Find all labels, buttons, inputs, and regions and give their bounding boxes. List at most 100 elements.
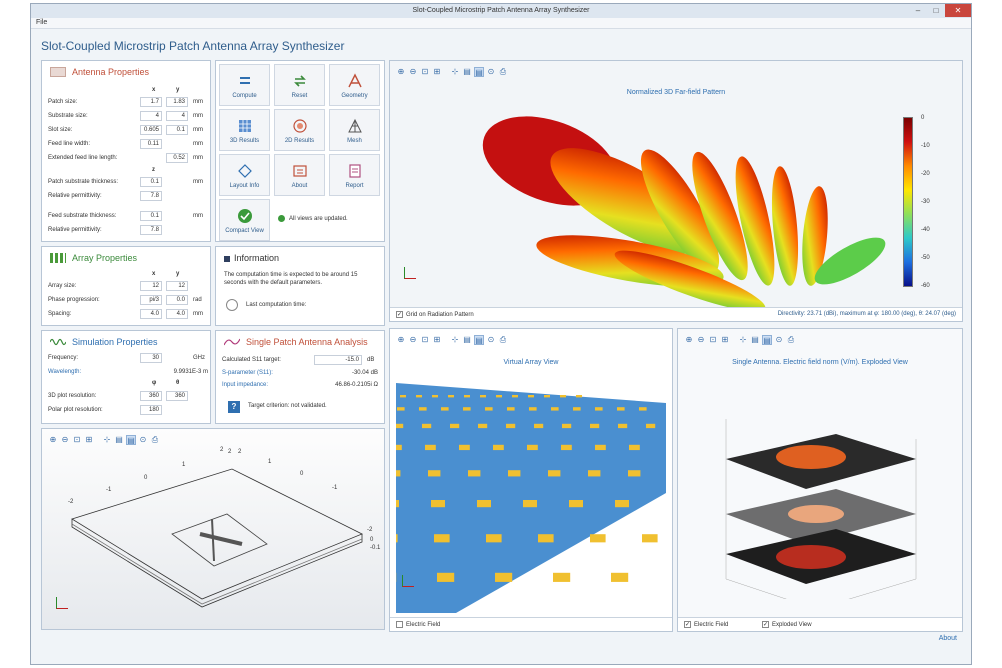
array-size-y-input[interactable]: 12 bbox=[166, 281, 188, 291]
ef-print-icon[interactable]: ⎙ bbox=[786, 335, 796, 345]
ef-views-icon[interactable]: ▤ bbox=[750, 335, 760, 345]
ef-axis-icon[interactable]: ⊹ bbox=[738, 335, 748, 345]
ff-layout-toggle-icon[interactable]: ▤ bbox=[474, 67, 484, 77]
ef-zoom-out-icon[interactable]: ⊖ bbox=[696, 335, 706, 345]
ef-zoom-in-icon[interactable]: ⊕ bbox=[684, 335, 694, 345]
layout-info-button[interactable]: Layout Info bbox=[219, 154, 270, 196]
array-patch bbox=[629, 444, 640, 451]
ef-layout-toggle-icon[interactable]: ▤ bbox=[762, 335, 772, 345]
res3d-theta-input[interactable]: 360 bbox=[166, 391, 188, 401]
patch-size-x-input[interactable]: 1.7 bbox=[140, 97, 162, 107]
ef-zoom-box-icon[interactable]: ⊡ bbox=[708, 335, 718, 345]
wave-icon-graphic bbox=[49, 338, 67, 346]
slot-size-x-input[interactable]: 0.605 bbox=[140, 125, 162, 135]
array-patch bbox=[590, 534, 606, 543]
av-zoom-box-icon[interactable]: ⊡ bbox=[420, 335, 430, 345]
axis-icon[interactable]: ⊹ bbox=[102, 435, 112, 445]
views-icon[interactable]: ▤ bbox=[114, 435, 124, 445]
ef-camera-icon[interactable]: ⊙ bbox=[774, 335, 784, 345]
zoom-box-icon[interactable]: ⊡ bbox=[72, 435, 82, 445]
efield-checkbox[interactable]: ✓ Electric Field bbox=[684, 621, 728, 628]
s11-target-input[interactable]: -15.0 bbox=[314, 355, 362, 365]
report-button[interactable]: Report bbox=[329, 154, 380, 196]
compact-view-button[interactable]: Compact View bbox=[219, 199, 270, 241]
array-properties-panel: Array Properties x y Array size: 12 12 P… bbox=[41, 246, 211, 326]
av-layout-toggle-icon[interactable]: ▤ bbox=[474, 335, 484, 345]
exploded-checkbox[interactable]: ✓ Exploded View bbox=[762, 621, 812, 628]
mesh-button[interactable]: Mesh bbox=[329, 109, 380, 151]
av-zoom-extents-icon[interactable]: ⊞ bbox=[432, 335, 442, 345]
array-size-x-input[interactable]: 12 bbox=[140, 281, 162, 291]
patch-thickness-input[interactable]: 0.1 bbox=[140, 177, 162, 187]
slot-size-y-input[interactable]: 0.1 bbox=[166, 125, 188, 135]
zoom-in-icon[interactable]: ⊕ bbox=[48, 435, 58, 445]
ff-zoom-out-icon[interactable]: ⊖ bbox=[408, 67, 418, 77]
compute-button[interactable]: Compute bbox=[219, 64, 270, 106]
av-zoom-out-icon[interactable]: ⊖ bbox=[408, 335, 418, 345]
array-patch bbox=[595, 407, 603, 411]
geometry-button[interactable]: Geometry bbox=[329, 64, 380, 106]
patch-permittivity-input[interactable]: 7.8 bbox=[140, 191, 162, 201]
res3d-phi-input[interactable]: 360 bbox=[140, 391, 162, 401]
av-print-icon[interactable]: ⎙ bbox=[498, 335, 508, 345]
equals-icon bbox=[237, 73, 253, 89]
menu-file[interactable]: File bbox=[36, 19, 47, 26]
print-icon[interactable]: ⎙ bbox=[150, 435, 160, 445]
ff-print-icon[interactable]: ⎙ bbox=[498, 67, 508, 77]
ff-axis-icon[interactable]: ⊹ bbox=[450, 67, 460, 77]
feed-width-input[interactable]: 0.11 bbox=[140, 139, 162, 149]
spacing-x-input[interactable]: 4.0 bbox=[140, 309, 162, 319]
av-camera-icon[interactable]: ⊙ bbox=[486, 335, 496, 345]
feed-thickness-input[interactable]: 0.1 bbox=[140, 211, 162, 221]
phase-y-input[interactable]: 0.0 bbox=[166, 295, 188, 305]
ff-views-icon[interactable]: ▤ bbox=[462, 67, 472, 77]
array-patch bbox=[468, 470, 481, 477]
zoom-out-icon[interactable]: ⊖ bbox=[60, 435, 70, 445]
spacing-y-input[interactable]: 4.0 bbox=[166, 309, 188, 319]
results2d-button[interactable]: 2D Results bbox=[274, 109, 325, 151]
ef-zoom-extents-icon[interactable]: ⊞ bbox=[720, 335, 730, 345]
ff-camera-icon[interactable]: ⊙ bbox=[486, 67, 496, 77]
zoom-extents-icon[interactable]: ⊞ bbox=[84, 435, 94, 445]
maximize-button[interactable]: □ bbox=[927, 4, 945, 17]
phase-x-input[interactable]: pi/3 bbox=[140, 295, 162, 305]
minimize-button[interactable]: – bbox=[909, 4, 927, 17]
array-patch bbox=[396, 534, 398, 543]
ff-zoom-in-icon[interactable]: ⊕ bbox=[396, 67, 406, 77]
frequency-input[interactable]: 30 bbox=[140, 353, 162, 363]
substrate-size-y-input[interactable]: 4 bbox=[166, 111, 188, 121]
about-link[interactable]: About bbox=[939, 635, 957, 642]
polar-input[interactable]: 180 bbox=[140, 405, 162, 415]
patch-size-y-input[interactable]: 1.83 bbox=[166, 97, 188, 107]
feed-permittivity-input[interactable]: 7.8 bbox=[140, 225, 162, 235]
array-patch bbox=[396, 470, 401, 477]
av-axis-icon[interactable]: ⊹ bbox=[450, 335, 460, 345]
ff-zoom-box-icon[interactable]: ⊡ bbox=[420, 67, 430, 77]
camera-icon[interactable]: ⊙ bbox=[138, 435, 148, 445]
help-icon[interactable]: ? bbox=[228, 401, 240, 413]
substrate-size-x-input[interactable]: 4 bbox=[140, 111, 162, 121]
grid-checkbox[interactable]: ✓ Grid on Radiation Pattern bbox=[396, 311, 474, 318]
efield-checkbox-box[interactable]: ✓ bbox=[684, 621, 691, 628]
results3d-button[interactable]: 3D Results bbox=[219, 109, 270, 151]
status-ok-icon bbox=[278, 215, 285, 222]
grid-checkbox-box[interactable]: ✓ bbox=[396, 311, 403, 318]
reset-button[interactable]: Reset bbox=[274, 64, 325, 106]
ff-zoom-extents-icon[interactable]: ⊞ bbox=[432, 67, 442, 77]
array-efield-checkbox[interactable]: Electric Field bbox=[396, 621, 440, 628]
ext-feed-input[interactable]: 0.52 bbox=[166, 153, 188, 163]
exploded-checkbox-box[interactable]: ✓ bbox=[762, 621, 769, 628]
about-button[interactable]: About bbox=[274, 154, 325, 196]
av-zoom-in-icon[interactable]: ⊕ bbox=[396, 335, 406, 345]
compact-view-icon-graphic bbox=[238, 209, 252, 223]
layout-toggle-icon[interactable]: ▤ bbox=[126, 435, 136, 445]
efield-toolbar: ⊕ ⊖ ⊡ ⊞ ⊹ ▤ ▤ ⊙ ⎙ bbox=[684, 335, 796, 347]
ext-feed-label: Extended feed line length: bbox=[48, 155, 118, 161]
av-views-icon[interactable]: ▤ bbox=[462, 335, 472, 345]
information-text: The computation time is expected to be a… bbox=[224, 272, 358, 286]
close-button[interactable]: ✕ bbox=[945, 4, 971, 17]
simulation-properties-title: Simulation Properties bbox=[72, 337, 158, 347]
array-efield-checkbox-box[interactable] bbox=[396, 621, 403, 628]
array-patch bbox=[588, 470, 601, 477]
array-patch bbox=[431, 500, 445, 508]
